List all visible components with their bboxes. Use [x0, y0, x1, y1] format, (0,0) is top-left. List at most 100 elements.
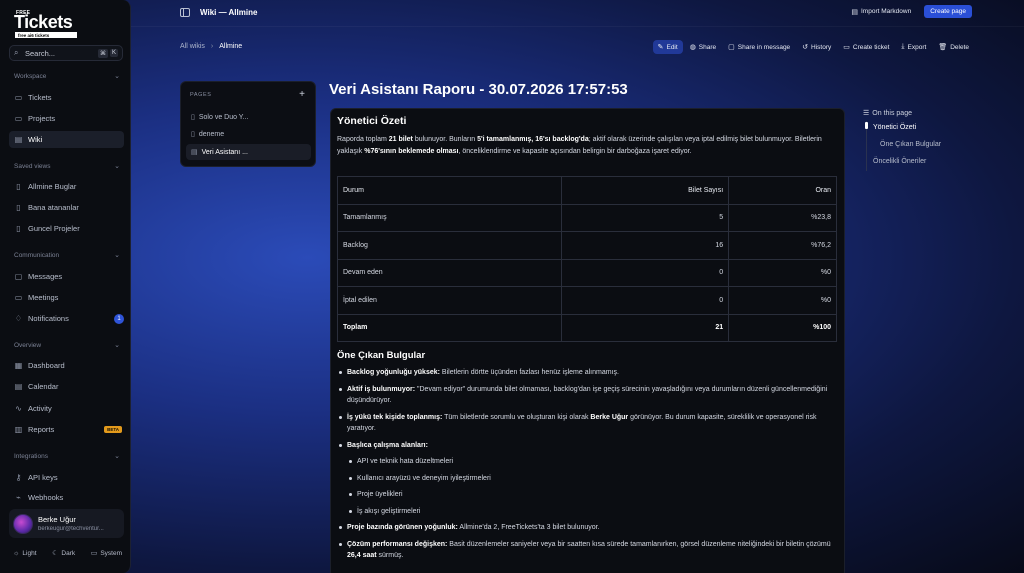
- webhook-icon: ⌁: [16, 493, 21, 502]
- column-header: Bilet Sayısı: [560, 176, 730, 205]
- sidebar-toggle-icon[interactable]: [180, 7, 190, 17]
- table-row: İptal edilen 0 %0: [337, 286, 837, 315]
- sidebar: FREE Tickets free ai6 tickets ⌕ Search..…: [0, 0, 131, 573]
- sidebar-item-label: Calendar: [28, 382, 59, 391]
- globe-icon: ◍: [689, 44, 696, 51]
- sidebar-item-meetings[interactable]: ▭ Meetings: [9, 289, 124, 306]
- theme-dark-button[interactable]: ☾ Dark: [48, 545, 79, 561]
- share-in-message-button[interactable]: ▢ Share in message: [723, 40, 795, 54]
- document-icon: ▤: [191, 149, 198, 156]
- list-item: Başlıca çalışma alanları:: [337, 440, 837, 452]
- page-item[interactable]: ▯ deneme: [186, 126, 311, 142]
- table-cell: %76,2: [728, 231, 837, 260]
- logo-name: Tickets: [14, 12, 73, 32]
- section-saved-views[interactable]: Saved views ⌄: [14, 162, 120, 171]
- sidebar-item-label: Guncel Projeler: [28, 224, 80, 233]
- edit-button[interactable]: ✎ Edit: [652, 40, 683, 54]
- share-in-message-label: Share in message: [737, 43, 791, 51]
- theme-system-button[interactable]: ▭ System: [87, 545, 126, 561]
- sidebar-item-reports[interactable]: ▥ Reports BETA: [9, 421, 124, 438]
- theme-light-button[interactable]: ☼ Light: [9, 545, 41, 561]
- import-markdown-label: Import Markdown: [861, 8, 912, 15]
- sidebar-item-dashboard[interactable]: ▦ Dashboard: [9, 357, 124, 374]
- section-title: Communication: [14, 251, 60, 259]
- bookmark-icon: ▯: [16, 182, 21, 191]
- sidebar-item-calendar[interactable]: ▤ Calendar: [9, 378, 124, 395]
- bell-icon: ♢: [14, 314, 23, 323]
- notification-count-badge: 1: [114, 313, 124, 324]
- topbar-actions: ▤ Import Markdown Create page: [846, 5, 972, 18]
- section-integrations[interactable]: Integrations ⌄: [14, 452, 120, 461]
- sidebar-item-messages[interactable]: ▢ Messages: [9, 268, 124, 285]
- table-cell: Backlog: [337, 231, 562, 260]
- table-header-row: Durum Bilet Sayısı Oran: [337, 176, 837, 205]
- table-row: Tamamlanmış 5 %23,8: [337, 203, 837, 232]
- sidebar-item-label: API keys: [28, 473, 58, 482]
- section-workspace[interactable]: Workspace ⌄: [14, 72, 120, 81]
- list-item: İş yükü tek kişide toplanmış: Tüm biletl…: [337, 412, 837, 435]
- chat-icon: ▢: [14, 272, 23, 281]
- sidebar-item-allmine-buglar[interactable]: ▯ Allmine Buglar: [9, 178, 124, 195]
- share-button[interactable]: ◍ Share: [685, 40, 721, 54]
- table-cell: %100: [728, 313, 837, 342]
- table-of-contents: ☰ On this page Yönetici Özeti Öne Çıkan …: [863, 109, 963, 171]
- sidebar-item-projects[interactable]: ▭ Projects: [9, 110, 124, 127]
- breadcrumb-current[interactable]: Allmine: [219, 43, 242, 50]
- table-cell: 5: [560, 203, 730, 232]
- page-item[interactable]: ▯ Solo ve Duo Y...: [186, 109, 311, 125]
- toc-item[interactable]: Öncelikli Öneriler: [873, 158, 926, 165]
- breadcrumb: All wikis › Allmine: [180, 43, 242, 50]
- book-icon: ▤: [14, 135, 23, 144]
- import-markdown-button[interactable]: ▤ Import Markdown: [846, 6, 916, 18]
- create-page-button[interactable]: Create page: [924, 5, 972, 18]
- column-header: Durum: [337, 176, 562, 205]
- create-ticket-button[interactable]: ▭ Create ticket: [838, 40, 894, 54]
- list-icon: ☰: [863, 110, 870, 117]
- toc-header: ☰ On this page: [863, 109, 963, 118]
- sidebar-item-label: Wiki: [28, 135, 43, 144]
- breadcrumb-all-wikis[interactable]: All wikis: [180, 43, 205, 50]
- sidebar-item-guncel-projeler[interactable]: ▯ Guncel Projeler: [9, 220, 124, 237]
- app-logo[interactable]: FREE Tickets free ai6 tickets: [14, 9, 78, 39]
- section-title: Saved views: [14, 162, 51, 170]
- key-icon: ⚷: [15, 473, 22, 482]
- page-item-label: Solo ve Duo Y...: [198, 113, 249, 121]
- monitor-icon: ▭: [90, 550, 98, 557]
- logo-tagline: free ai6 tickets: [15, 32, 77, 38]
- page-item[interactable]: ▤ Veri Asistanı ...: [186, 144, 311, 160]
- table-cell: %23,8: [728, 203, 837, 232]
- table-cell: 21: [560, 313, 730, 342]
- sidebar-item-webhooks[interactable]: ⌁ Webhooks: [9, 489, 124, 506]
- sidebar-item-label: Activity: [28, 404, 52, 413]
- add-page-button[interactable]: +: [299, 89, 305, 100]
- user-profile-card[interactable]: Berke Uğur berkeugur@techventur...: [9, 509, 124, 538]
- delete-button[interactable]: 🗑 Delete: [933, 40, 974, 54]
- toc-item[interactable]: Öne Çıkan Bulgular: [880, 141, 941, 148]
- topbar-divider: [131, 26, 1024, 27]
- sidebar-item-activity[interactable]: ∿ Activity: [9, 400, 124, 417]
- history-button[interactable]: ↺ History: [797, 40, 836, 54]
- sidebar-item-api-keys[interactable]: ⚷ API keys: [9, 469, 124, 486]
- sub-list-item: Kullanıcı arayüzü ve deneyim iyileştirme…: [337, 473, 837, 485]
- sidebar-item-label: Projects: [28, 114, 56, 123]
- delete-label: Delete: [950, 43, 969, 51]
- sidebar-item-label: Dashboard: [28, 361, 65, 370]
- section-overview[interactable]: Overview ⌄: [14, 341, 120, 350]
- list-item: Çözüm performansı değişken: Basit düzenl…: [337, 539, 837, 562]
- sidebar-item-notifications[interactable]: ♢ Notifications 1: [9, 310, 124, 327]
- create-ticket-label: Create ticket: [852, 43, 890, 51]
- page-item-label: deneme: [198, 130, 225, 138]
- table-cell: 0: [560, 286, 730, 315]
- sidebar-item-label: Meetings: [28, 293, 59, 302]
- section-communication[interactable]: Communication ⌄: [14, 251, 120, 260]
- export-button[interactable]: ⤓ Export: [896, 40, 931, 54]
- sidebar-item-bana-atananlar[interactable]: ▯ Bana atananlar: [9, 199, 124, 216]
- sidebar-item-tickets[interactable]: ▭ Tickets: [9, 89, 124, 106]
- table-cell: İptal edilen: [337, 286, 562, 315]
- sidebar-item-label: Bana atananlar: [28, 203, 79, 212]
- search-input[interactable]: ⌕ Search... ⌘ K: [9, 45, 123, 61]
- toc-item[interactable]: Yönetici Özeti: [873, 124, 916, 131]
- video-icon: ▭: [14, 293, 23, 302]
- sidebar-item-wiki[interactable]: ▤ Wiki: [9, 131, 124, 148]
- folder-icon: ▭: [14, 114, 23, 123]
